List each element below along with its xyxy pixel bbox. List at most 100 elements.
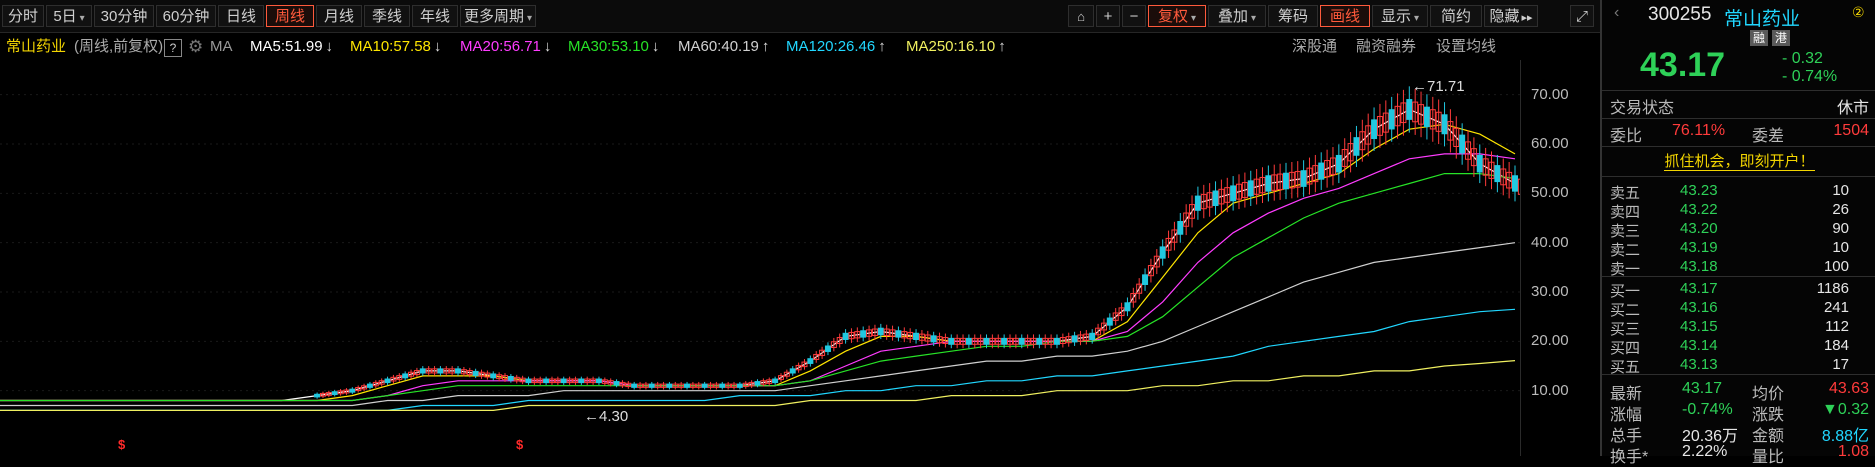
chart-svg[interactable]: ←71.71 ←4.30 $ $: [0, 60, 1548, 456]
candle-body: [1300, 170, 1307, 187]
period-tab-9[interactable]: 更多周期 ▾: [460, 5, 536, 27]
open-account-promo[interactable]: 抓住机会，即刻开户！: [1664, 153, 1815, 171]
ma-line-ma120: [0, 308, 1516, 411]
candlestick-chart[interactable]: ←71.71 ←4.30 $ $: [0, 60, 1548, 456]
ma-value-5: MA120:26.46 ↑: [786, 34, 886, 60]
period-tab-4[interactable]: 日线: [218, 5, 264, 27]
level-volume: 1186: [1816, 280, 1849, 297]
ask-row[interactable]: 卖二 43.19 10: [1602, 239, 1875, 259]
ask-row[interactable]: 卖五 43.23 10: [1602, 182, 1875, 202]
candle-body: [507, 375, 514, 381]
toolbar-button-0[interactable]: 复权 ▾: [1148, 5, 1206, 27]
hk-connect-tag: 港: [1772, 30, 1790, 46]
candle-body: [719, 383, 726, 388]
ask-row[interactable]: 卖一 43.18 100: [1602, 258, 1875, 278]
gear-icon[interactable]: ⚙: [188, 34, 203, 60]
ask-row[interactable]: 卖三 43.20 90: [1602, 220, 1875, 240]
trend-arrow-icon: ↑: [761, 38, 770, 55]
toolbar-button-1[interactable]: 叠加 ▾: [1208, 5, 1266, 27]
toolbar-button-4[interactable]: 显示 ▾: [1372, 5, 1428, 27]
candle-body: [1423, 106, 1430, 128]
ma-link-2[interactable]: 设置均线: [1436, 34, 1496, 60]
candle-body: [1353, 137, 1360, 156]
level-price: 43.17: [1680, 280, 1718, 297]
level-label: 买三: [1610, 321, 1641, 338]
level-price: 43.23: [1680, 182, 1718, 199]
price-change-pct: - 0.74%: [1782, 68, 1838, 85]
back-arrow-icon[interactable]: ‹: [1614, 4, 1619, 22]
candle-body: [1036, 337, 1043, 345]
period-tab-7[interactable]: 季线: [364, 5, 410, 27]
candle-body: [525, 378, 532, 384]
period-tab-0[interactable]: 分时: [2, 5, 44, 27]
toolbar-button-3[interactable]: 画线: [1320, 5, 1370, 27]
toolbar-button-2[interactable]: 筹码: [1268, 5, 1318, 27]
stat-value: 2.22%: [1682, 443, 1728, 460]
chart-mode-label: (周线,前复权): [74, 38, 164, 55]
candle-body: [842, 332, 849, 341]
candle-body: [1318, 162, 1325, 180]
bid-row[interactable]: 买三 43.15 112: [1602, 318, 1875, 338]
period-tab-3[interactable]: 60分钟: [156, 5, 216, 27]
level-price: 43.19: [1680, 239, 1718, 256]
zoom-in-button[interactable]: +: [1096, 5, 1120, 27]
level-price: 43.16: [1680, 299, 1718, 316]
ma-label[interactable]: MA: [210, 34, 233, 60]
candle-body: [1476, 154, 1483, 173]
candle-body: [1371, 119, 1378, 140]
badge-icon[interactable]: ②: [1852, 4, 1865, 21]
ma-line-ma5: [0, 108, 1516, 402]
candle-body: [754, 381, 761, 386]
candle-body: [1106, 317, 1113, 326]
last-price: 43.17: [1640, 46, 1726, 84]
candle-body: [930, 335, 937, 343]
period-tab-1[interactable]: 5日 ▾: [46, 5, 92, 27]
unlock-icon[interactable]: ⌂: [1068, 5, 1094, 27]
ma-value-4: MA60:40.19 ↑: [678, 34, 769, 60]
toolbar-button-6[interactable]: 隐藏 ▸▸: [1484, 5, 1538, 27]
toolbar-button-5[interactable]: 简约: [1430, 5, 1482, 27]
candle-body: [1494, 165, 1501, 183]
period-tab-5[interactable]: 周线: [266, 5, 314, 27]
period-tab-6[interactable]: 月线: [316, 5, 362, 27]
toolbar-button-label: 画线: [1329, 8, 1360, 25]
candle-body: [948, 337, 955, 345]
stock-name-label: 常山药业: [6, 38, 67, 55]
candle-body: [1247, 180, 1254, 197]
bid-row[interactable]: 买四 43.14 184: [1602, 337, 1875, 357]
period-tab-2[interactable]: 30分钟: [94, 5, 154, 27]
candle-body: [1142, 274, 1149, 285]
stat-row: 总手 20.36万 金额 8.88亿: [1602, 422, 1875, 445]
ma-value-text: MA30:53.10: [568, 38, 649, 55]
toolbar-button-label: 隐藏: [1489, 8, 1520, 25]
stat-value: 43.63: [1828, 380, 1869, 397]
trend-arrow-icon: ↓: [543, 38, 552, 55]
bid-row[interactable]: 买一 43.17 1186: [1602, 280, 1875, 300]
level-price: 43.13: [1680, 356, 1718, 373]
candle-body: [1265, 175, 1272, 192]
period-tab-label: 周线: [274, 8, 305, 25]
bid-row[interactable]: 买二 43.16 241: [1602, 299, 1875, 319]
candle-body: [1388, 109, 1395, 130]
ma-value-text: MA10:57.58: [350, 38, 431, 55]
stat-row: 涨幅 -0.74% 涨跌 ▼0.32: [1602, 401, 1875, 424]
bid-row[interactable]: 买五 43.13 17: [1602, 356, 1875, 376]
help-icon[interactable]: ?: [164, 39, 182, 57]
ma-value-3: MA30:53.10 ↓: [568, 34, 659, 60]
zoom-out-button[interactable]: −: [1122, 5, 1146, 27]
candle-body: [1194, 195, 1201, 211]
ask-row[interactable]: 卖四 43.22 26: [1602, 201, 1875, 221]
ma-link-0[interactable]: 深股通: [1292, 34, 1337, 60]
candle-body: [349, 388, 356, 393]
dividend-marker-icon: $: [516, 437, 524, 452]
y-tick-label: 60.00: [1531, 135, 1569, 152]
level-volume: 26: [1832, 201, 1849, 218]
level-label: 买二: [1610, 302, 1641, 319]
ma-link-1[interactable]: 融资融券: [1356, 34, 1416, 60]
period-tab-8[interactable]: 年线: [412, 5, 458, 27]
candle-body: [384, 378, 391, 384]
trend-arrow-icon: ↑: [878, 38, 886, 55]
toolbar-button-label: 叠加: [1217, 8, 1248, 25]
y-tick-label: 30.00: [1531, 283, 1569, 300]
fullscreen-icon[interactable]: ⤢: [1570, 5, 1594, 27]
